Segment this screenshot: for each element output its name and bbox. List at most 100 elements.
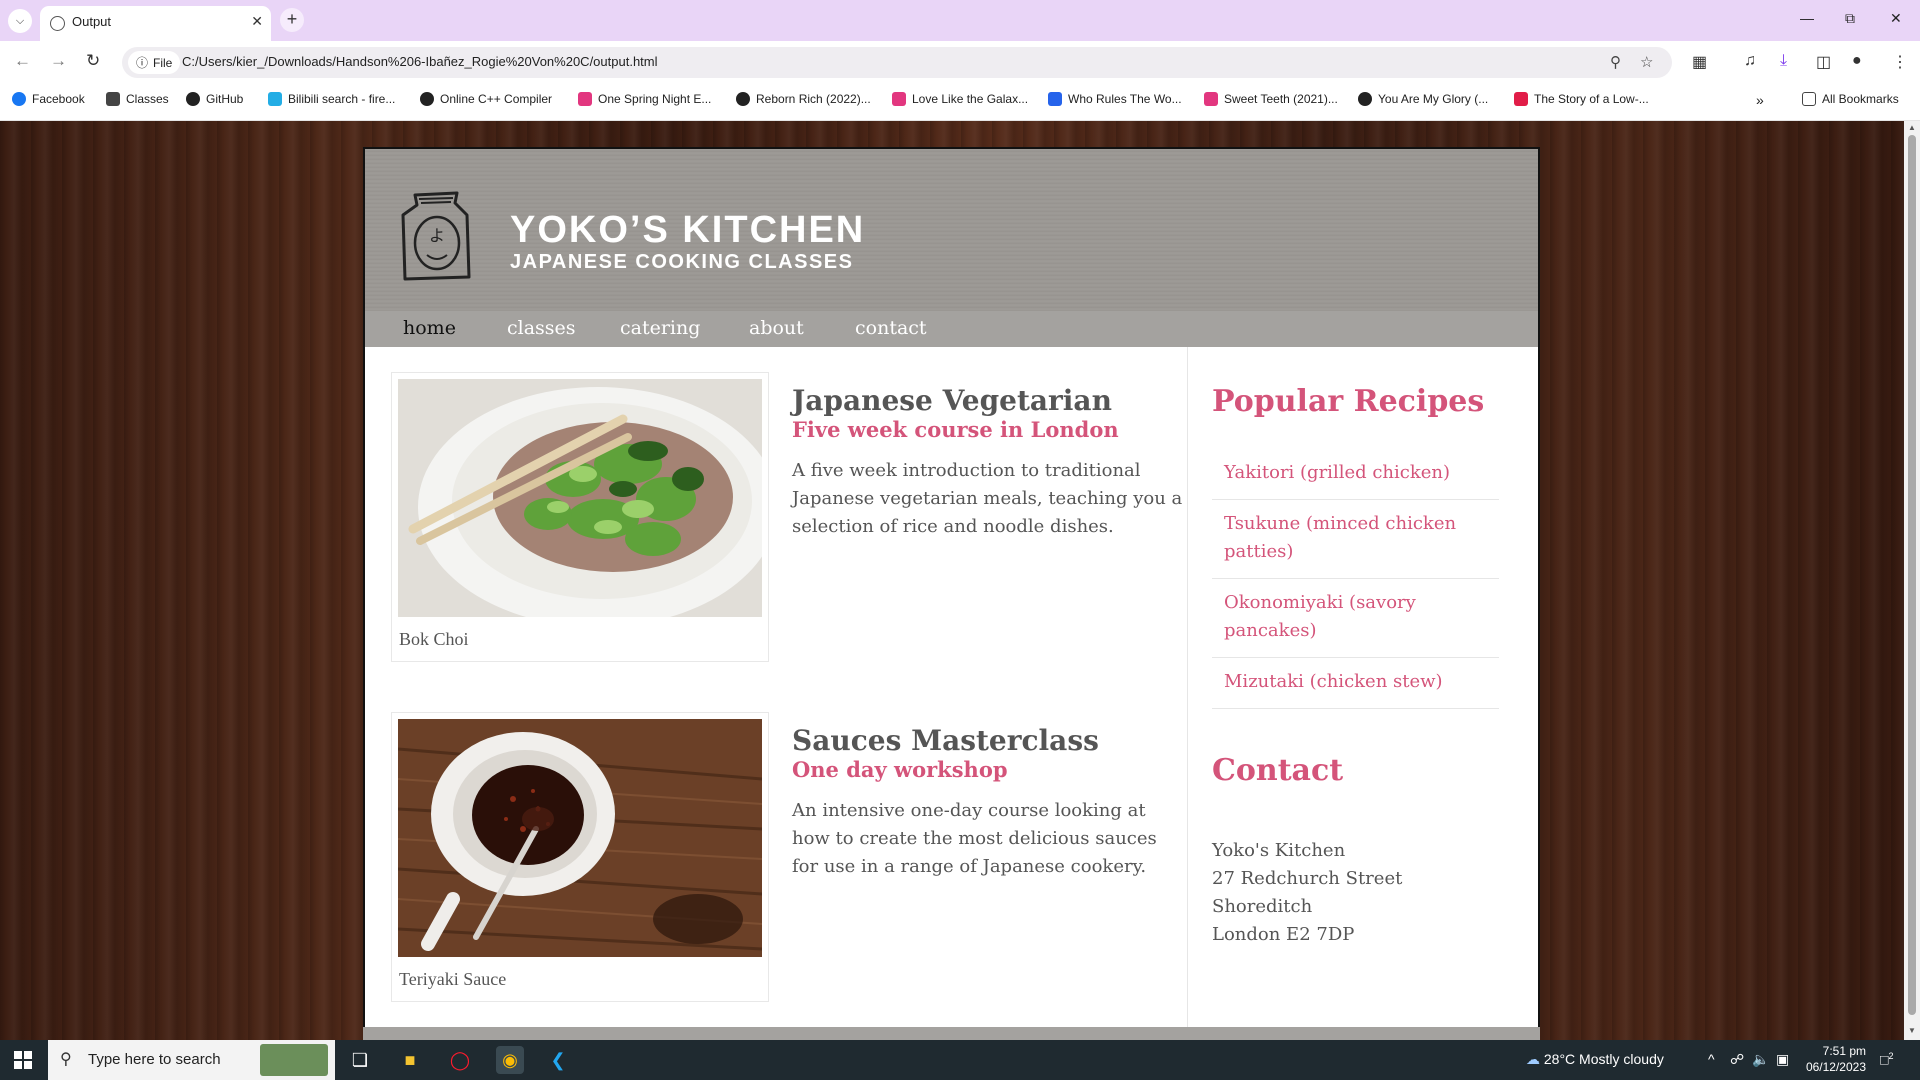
bookmark-star-icon[interactable]: ☆ bbox=[1640, 53, 1653, 71]
task-view-icon[interactable]: ❏ bbox=[346, 1046, 374, 1074]
scroll-down-icon[interactable]: ▼ bbox=[1908, 1026, 1916, 1035]
all-bookmarks[interactable]: All Bookmarks bbox=[1802, 92, 1899, 106]
search-placeholder: Type here to search bbox=[88, 1051, 221, 1068]
bookmark-who-rules[interactable]: Who Rules The Wo... bbox=[1048, 92, 1182, 106]
course-figure-bok-choi: Bok Choi bbox=[391, 372, 769, 662]
popular-recipes-list: Yakitori (grilled chicken) Tsukune (minc… bbox=[1212, 449, 1499, 709]
site-header: よ YOKO’S KITCHEN JAPANESE COOKING CLASSE… bbox=[365, 149, 1538, 311]
taskbar-search[interactable]: ⚲ Type here to search bbox=[48, 1040, 335, 1080]
bookmark-one-spring-night[interactable]: One Spring Night E... bbox=[578, 92, 711, 106]
site-info-chip[interactable]: ⓘ File bbox=[128, 51, 181, 74]
bookmark-cpp-compiler[interactable]: Online C++ Compiler bbox=[420, 92, 552, 106]
page-scrollbar[interactable]: ▲ ▼ bbox=[1904, 121, 1920, 1040]
chrome-icon[interactable]: ◉ bbox=[496, 1046, 524, 1074]
bookmark-bilibili[interactable]: Bilibili search - fire... bbox=[268, 92, 395, 106]
bookmark-github[interactable]: GitHub bbox=[186, 92, 243, 106]
new-tab-button[interactable]: + bbox=[280, 8, 304, 32]
scroll-up-icon[interactable]: ▲ bbox=[1908, 123, 1916, 132]
kebab-menu-icon[interactable]: ⋮ bbox=[1892, 52, 1908, 72]
site-footer bbox=[363, 1027, 1540, 1040]
vscode-icon[interactable]: ❮ bbox=[544, 1046, 572, 1074]
zoom-icon[interactable]: ⚲ bbox=[1610, 53, 1621, 71]
volume-icon[interactable]: 🔈 bbox=[1752, 1051, 1769, 1068]
list-item: Okonomiyaki (savory pancakes) bbox=[1212, 579, 1499, 658]
course-title: Sauces Masterclass bbox=[792, 724, 1099, 757]
profile-avatar-icon[interactable]: ● bbox=[1852, 52, 1862, 70]
site-icon bbox=[736, 92, 750, 106]
notifications-icon[interactable]: □2 bbox=[1880, 1051, 1893, 1068]
url-text[interactable]: C:/Users/kier_/Downloads/Handson%206-Iba… bbox=[182, 54, 658, 69]
site-wrapper: よ YOKO’S KITCHEN JAPANESE COOKING CLASSE… bbox=[363, 147, 1540, 1040]
compiler-icon bbox=[420, 92, 434, 106]
column-divider bbox=[1187, 347, 1188, 1027]
forward-icon[interactable]: → bbox=[50, 51, 67, 71]
tab-search-button[interactable]: ⌵ bbox=[8, 9, 32, 33]
nav-catering[interactable]: catering bbox=[620, 317, 700, 339]
course-title: Japanese Vegetarian bbox=[792, 384, 1112, 417]
extensions-icon[interactable]: ▦ bbox=[1692, 52, 1707, 72]
site-subtitle: JAPANESE COOKING CLASSES bbox=[510, 251, 854, 273]
list-item: Mizutaki (chicken stew) bbox=[1212, 658, 1499, 709]
nav-about[interactable]: about bbox=[749, 317, 804, 339]
file-explorer-icon[interactable]: ■ bbox=[396, 1046, 424, 1074]
site-title: YOKO’S KITCHEN bbox=[510, 209, 866, 251]
search-icon: ⚲ bbox=[60, 1051, 72, 1068]
reload-icon[interactable]: ↻ bbox=[86, 51, 100, 71]
bookmark-classes[interactable]: Classes bbox=[106, 92, 169, 106]
device-icon[interactable]: ☍ bbox=[1730, 1051, 1744, 1068]
viki-icon bbox=[1048, 92, 1062, 106]
bookmark-sweet-teeth[interactable]: Sweet Teeth (2021)... bbox=[1204, 92, 1338, 106]
clock-time: 7:51 pm bbox=[1822, 1044, 1866, 1058]
nav-home[interactable]: home bbox=[403, 317, 456, 339]
recipe-link[interactable]: Tsukune (minced chicken patties) bbox=[1224, 513, 1456, 562]
course-description: An intensive one-day course looking at h… bbox=[792, 800, 1157, 877]
bookmarks-overflow-icon[interactable]: » bbox=[1756, 92, 1764, 108]
browser-tab[interactable]: Output ✕ bbox=[40, 6, 271, 41]
address-line: London E2 7DP bbox=[1212, 924, 1355, 945]
taskbar-clock[interactable]: 7:51 pm 06/12/2023 bbox=[1806, 1043, 1866, 1075]
windows-start-icon[interactable] bbox=[14, 1051, 32, 1069]
logo-glyph: よ bbox=[429, 226, 445, 245]
bookmark-story-of-low[interactable]: The Story of a Low-... bbox=[1514, 92, 1649, 106]
bookmark-you-are-my-glory[interactable]: You Are My Glory (... bbox=[1358, 92, 1488, 106]
restore-icon[interactable]: ⧉ bbox=[1845, 10, 1855, 27]
folder-icon bbox=[1802, 92, 1816, 106]
address-line: 27 Redchurch Street bbox=[1212, 868, 1403, 889]
k-icon bbox=[578, 92, 592, 106]
site-icon bbox=[1358, 92, 1372, 106]
close-window-icon[interactable]: ✕ bbox=[1890, 10, 1902, 27]
minimize-icon[interactable]: — bbox=[1800, 10, 1814, 26]
contact-heading: Contact bbox=[1212, 753, 1344, 788]
scrollbar-thumb[interactable] bbox=[1908, 135, 1916, 1015]
recipe-link[interactable]: Mizutaki (chicken stew) bbox=[1224, 671, 1443, 692]
tray-chevron-icon[interactable]: ^ bbox=[1708, 1051, 1715, 1067]
logo-bag-icon: よ bbox=[401, 191, 471, 281]
weather-widget[interactable]: ☁ 28°C Mostly cloudy bbox=[1526, 1051, 1664, 1068]
close-tab-icon[interactable]: ✕ bbox=[251, 13, 263, 30]
back-icon[interactable]: ← bbox=[14, 51, 31, 71]
bookmark-facebook[interactable]: Facebook bbox=[12, 92, 85, 106]
bookmark-reborn-rich[interactable]: Reborn Rich (2022)... bbox=[736, 92, 871, 106]
download-icon[interactable]: ⤓ bbox=[1780, 52, 1787, 70]
address-line: Shoreditch bbox=[1212, 896, 1313, 917]
network-icon[interactable]: ▣ bbox=[1776, 1051, 1789, 1068]
course-subtitle: Five week course in London bbox=[792, 417, 1119, 442]
info-icon: ⓘ bbox=[136, 56, 149, 70]
classes-icon bbox=[106, 92, 120, 106]
cloud-icon: ☁ bbox=[1526, 1051, 1540, 1067]
address-bar[interactable]: ⓘ File C:/Users/kier_/Downloads/Handson%… bbox=[122, 47, 1672, 78]
side-panel-icon[interactable]: ◫ bbox=[1816, 52, 1831, 72]
nav-classes[interactable]: classes bbox=[507, 317, 576, 339]
recipe-link[interactable]: Yakitori (grilled chicken) bbox=[1224, 462, 1450, 483]
facebook-icon bbox=[12, 92, 26, 106]
main-content: Bok Choi Japanese Vegetarian Five week c… bbox=[365, 347, 1538, 1040]
recipe-link[interactable]: Okonomiyaki (savory pancakes) bbox=[1224, 592, 1416, 641]
browser-tab-strip: ⌵ Output ✕ + — ⧉ ✕ bbox=[0, 0, 1920, 41]
media-control-icon[interactable]: ♫ bbox=[1744, 52, 1756, 70]
clock-date: 06/12/2023 bbox=[1805, 1060, 1866, 1074]
globe-icon bbox=[50, 16, 65, 31]
search-highlight-image bbox=[260, 1044, 328, 1076]
bookmark-love-like-galaxy[interactable]: Love Like the Galax... bbox=[892, 92, 1028, 106]
nav-contact[interactable]: contact bbox=[855, 317, 927, 339]
opera-icon[interactable]: ◯ bbox=[446, 1046, 474, 1074]
